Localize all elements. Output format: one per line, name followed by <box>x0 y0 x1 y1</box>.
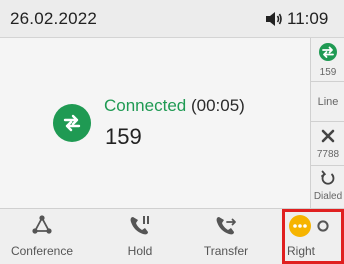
call-panel: Connected (00:05) 159 <box>0 38 310 208</box>
side-key-dialed[interactable]: Dialed <box>311 166 344 208</box>
conference-button[interactable]: Conference <box>0 209 84 264</box>
redial-icon <box>321 170 335 185</box>
hold-icon <box>130 216 149 235</box>
call-status: Connected (00:05) <box>104 96 245 116</box>
speaker-icon <box>266 12 282 26</box>
side-key-label: 7788 <box>316 149 340 160</box>
softkey-label: Transfer <box>203 244 249 258</box>
side-key-label: Line <box>317 96 339 108</box>
missed-call-x-icon <box>321 129 335 143</box>
status-time: 11:09 <box>287 9 329 28</box>
side-keys: 159 Line 7788 Dialed <box>310 38 344 208</box>
next-page-icon <box>317 220 329 232</box>
transfer-icon <box>216 217 236 235</box>
softkey-label: Hold <box>127 244 153 258</box>
side-key-7788[interactable]: 7788 <box>311 122 344 166</box>
call-transfer-icon <box>319 43 337 61</box>
more-dots-icon <box>289 215 311 237</box>
transfer-button[interactable]: Transfer <box>184 209 268 264</box>
status-date: 26.02.2022 <box>10 9 98 28</box>
side-key-label: 159 <box>319 67 337 78</box>
softkey-label: Right <box>287 244 316 258</box>
status-bar: 26.02.2022 11:09 <box>0 0 344 38</box>
softkey-label: Conference <box>10 244 74 258</box>
right-button[interactable]: Right <box>280 209 344 264</box>
conference-icon <box>32 215 52 234</box>
side-key-label: Dialed <box>313 191 343 202</box>
call-duration: (00:05) <box>190 96 245 115</box>
call-number: 159 <box>105 124 142 149</box>
softkey-bar: Conference Hold Transfer Right <box>0 208 344 264</box>
status-right: 11:09 <box>265 9 328 29</box>
side-key-159[interactable]: 159 <box>311 38 344 82</box>
call-connected-icon <box>53 104 91 142</box>
phone-screen: 26.02.2022 11:09 Connected (00:05) 159 1… <box>0 0 344 264</box>
call-status-text: Connected <box>104 96 187 115</box>
side-key-line[interactable]: Line <box>311 82 344 122</box>
hold-button[interactable]: Hold <box>98 209 182 264</box>
